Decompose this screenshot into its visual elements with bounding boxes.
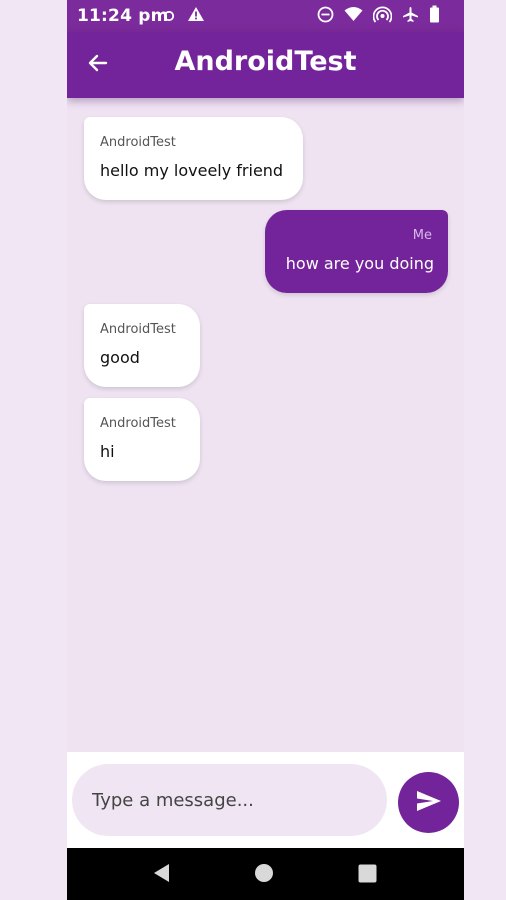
message-bubble-incoming[interactable]: AndroidTest hi <box>84 398 200 481</box>
home-circle-icon <box>254 863 274 887</box>
message-sender: Me <box>412 228 432 243</box>
nav-recents-button[interactable] <box>356 864 378 886</box>
send-icon <box>415 789 443 817</box>
do-not-disturb-icon <box>317 6 334 27</box>
status-time: 11:24 pm <box>77 6 169 26</box>
message-composer <box>67 752 464 848</box>
nav-back-button[interactable] <box>151 864 173 886</box>
app-title: AndroidTest <box>174 46 357 77</box>
status-left-icons <box>163 6 205 26</box>
message-bubble-incoming[interactable]: AndroidTest hello my loveely friend <box>84 117 303 200</box>
hotspot-icon <box>372 6 393 27</box>
message-text: hello my loveely friend <box>100 161 284 180</box>
message-sender: AndroidTest <box>100 416 176 431</box>
send-button[interactable] <box>398 772 459 833</box>
message-text: how are you doing <box>285 254 434 273</box>
screen-frame: 11:24 pm AndroidTest AndroidTest hello m… <box>0 0 506 900</box>
recents-square-icon <box>358 864 377 887</box>
nav-home-button[interactable] <box>253 864 275 886</box>
message-bubble-outgoing[interactable]: Me how are you doing <box>265 210 448 293</box>
message-sender: AndroidTest <box>100 322 176 337</box>
battery-icon <box>429 5 440 27</box>
airplane-icon <box>402 6 419 27</box>
message-text: good <box>100 348 140 367</box>
message-input[interactable] <box>72 764 387 836</box>
alert-triangle-icon <box>187 6 205 26</box>
wifi-icon <box>344 6 363 26</box>
message-bubble-incoming[interactable]: AndroidTest good <box>84 304 200 387</box>
status-bar: 11:24 pm <box>67 0 464 32</box>
status-right-icons <box>317 5 440 27</box>
back-triangle-icon <box>153 863 171 887</box>
message-text: hi <box>100 442 115 461</box>
circle-outline-icon <box>163 7 175 26</box>
system-nav-bar <box>67 848 464 900</box>
app-bar: AndroidTest <box>67 32 464 98</box>
chat-message-list[interactable]: AndroidTest hello my loveely friend Me h… <box>67 98 464 752</box>
phone-screen: 11:24 pm AndroidTest AndroidTest hello m… <box>67 0 464 900</box>
message-sender: AndroidTest <box>100 135 176 150</box>
